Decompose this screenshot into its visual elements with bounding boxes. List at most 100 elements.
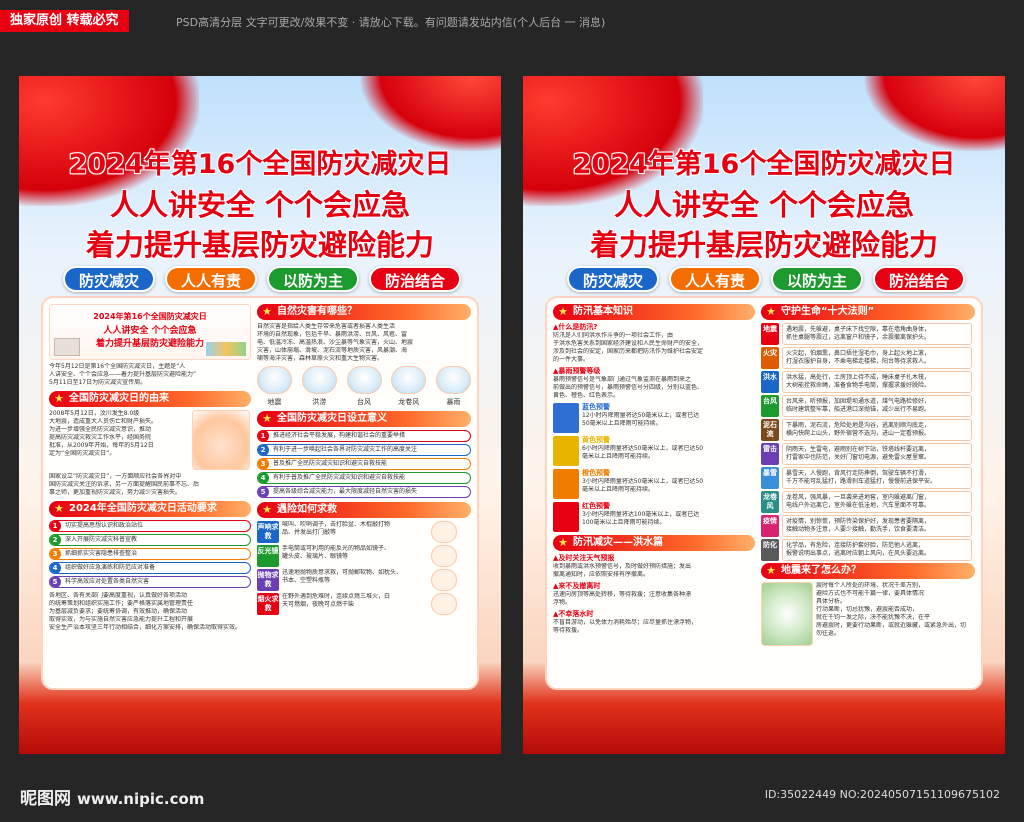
text-line: 台风来，听预报，加固堤坝通水道，煤气电路检修好， <box>786 398 931 405</box>
warning-title: 黄色预警 <box>582 436 610 444</box>
text-line: 抓住桌腿等震过，远离窗户和镜子，余震撤离保护头。 <box>786 334 931 341</box>
text-line: 品、并发出打门敲等 <box>282 529 337 536</box>
list-item: 5 提高各级综合减灾能力，最大限度减轻自然灾害的损失 <box>257 486 471 498</box>
top-bar: 独家原创 转载必究 PSD高清分层 文字可更改/效果不变 · 请放心下载。有问题… <box>0 0 1024 40</box>
flood-icon <box>301 366 337 394</box>
rule-item: 疫情 对疫情，别惊慌，预防传染保护好，发现患者要隔离， 接触动物多注意，人要少接触，… <box>761 515 975 537</box>
text-line: 罐头皮、玻璃片、眼镜等 <box>282 553 349 560</box>
text-line: 打雷家中也防范，关好门窗切电源，避免雷火屋里窜。 <box>786 454 931 461</box>
download-note: PSD高清分层 文字可更改/效果不变 · 请放心下载。有问题请发站内信(个人后台… <box>176 16 606 29</box>
rule-item: 洪水 洪水猛，高处行，土房顶上待不成，睡床桌子扎木筏， 大树能拴救命绳，准备食物手电… <box>761 371 975 393</box>
rule-text: 阴雨天，生雷电，避雨别在树下站，铁塔线杆要远离， 打雷家中也防范，关好门窗切电源，… <box>782 443 972 465</box>
headline-title-2: 人人讲安全 个个会应急 <box>613 188 915 222</box>
list-item: 5 科学高效应对处置各类自然灾害 <box>49 576 251 588</box>
hazard-text: 自然灾害是指给人类生存带来危害或者损害人类生活 环境的自然现象，包括干旱、暴雨洪… <box>257 323 471 363</box>
text-line: 就在千钧一发之际，决不能犹豫不决，在平 <box>816 614 931 621</box>
hazard-labels: 地震 洪涝 台风 龙卷风 暴雨 <box>257 397 471 407</box>
red-flag-top-right <box>865 76 1005 151</box>
rule-tag: 火灾 <box>761 347 779 369</box>
section-title: 防汛减灾——洪水篇 <box>573 537 663 548</box>
text-line: 暴雨预警信号是气象部门通过气象监测在暴雨到来之 <box>553 376 692 383</box>
text-line: 在野外遇到危难时，连续点燃三堆火，白 <box>282 593 391 600</box>
earthquake-text: 震时每个人所处的环境、状况千差万别， 避险方式也不可能千篇一律，要具体情况 具体… <box>816 582 966 646</box>
slogan-pill: 防治结合 <box>369 266 461 292</box>
rainstorm-icon <box>436 366 471 394</box>
rule-tag: 龙卷风 <box>761 491 779 513</box>
flashlight-icon <box>431 545 457 567</box>
rainstorm-warning-icon <box>553 469 579 499</box>
number-badge: 3 <box>50 549 61 559</box>
rainstorm-warning-icon <box>553 502 579 532</box>
list-item: 1 推进经济社会平稳发展，构建和谐社会的重要举措 <box>257 430 471 442</box>
warning-text: 红色预警 3小时内降雨量将达100毫米以上，或者已达 100毫米以上且降雨可能持… <box>579 502 749 532</box>
hazard-icons <box>257 366 471 394</box>
rescue-item: 抛物求救 迅速地抛物质意求救，可抛郵软物、如枕头、 书本、空塑料瓶等 <box>257 569 471 591</box>
rescue-text: 在野外遇到危难时，连续点燃三堆火，白 天可燃烟，夜晚可点燃干柴 <box>279 593 431 615</box>
warning-title: 橙色预警 <box>582 469 610 477</box>
hazard-label: 龙卷风 <box>398 398 420 406</box>
text-line: 书本、空塑料瓶等 <box>282 577 331 584</box>
text-line: 迅速地抛物质意求救，可抛郵软物、如枕头、 <box>282 569 403 576</box>
hazard-label: 地震 <box>267 398 282 406</box>
origin-text: 2008年5月12日，汶川发生8.0级 大地震，造成重大人员伤亡和财产损失。 为… <box>49 410 189 470</box>
tip-heading: ▲不幸落水时 <box>553 610 594 618</box>
text-line: 国家设立“防灾减灾日”，一方面顺应社会各界对中 <box>49 473 182 480</box>
text-line: 毫米以上且降雨可能持续。 <box>582 453 655 460</box>
warning-text: 橙色预警 3小时内降雨量将达50毫米以上，或者已达50 毫米以上且降雨可能持续。 <box>579 469 749 499</box>
warning-orange: 橙色预警 3小时内降雨量将达50毫米以上，或者已达50 毫米以上且降雨可能持续。 <box>553 469 755 499</box>
left-column: 2024年第16个全国防灾减灾日 人人讲安全 个个会应急 着力提升基层防灾避险能… <box>49 304 251 632</box>
text-line: 对疫情，别惊慌，预防传染保护好，发现患者要隔离， <box>786 518 931 525</box>
text-line: 等待救援。 <box>553 627 584 634</box>
star-icon: ★ <box>766 305 776 318</box>
warning-text: 黄色预警 6小时内降雨量将达50毫米以上，或者已达50 毫米以上且降雨可能持续。 <box>579 436 749 466</box>
text-line: 啸等海洋灾害，森林草原火灾和重大生物灾害。 <box>257 355 384 362</box>
text-line: 环境的自然现象，包括干旱、暴雨洪涝、台风、风雹、雷 <box>257 331 408 338</box>
slogan-pill: 防灾减灾 <box>63 266 155 292</box>
site-logo: 昵图网 <box>20 789 71 809</box>
text-line: 批准，从2009年开始，每年的5月12日 <box>49 442 154 449</box>
rule-tag: 泥石流 <box>761 419 779 441</box>
text-line: 震时每个人所处的环境、状况千差万别， <box>816 582 925 589</box>
rule-tag: 洪水 <box>761 371 779 393</box>
text-line: 今年5月12日是第16个全国防灾减灾日，主题是“人 <box>49 363 186 370</box>
star-icon: ★ <box>766 564 776 577</box>
question-heading: ▲什么是防汛? <box>553 323 598 331</box>
text-line: 避险方式也不可能千篇一律，要具体情况 <box>816 590 925 597</box>
slogan-pill: 人人有责 <box>669 266 761 292</box>
star-icon: ★ <box>54 502 64 515</box>
rule-item: 台风 台风来，听预报，加固堤坝通水道，煤气电路检修好， 临时建筑整牢靠，船进港口深抛… <box>761 395 975 417</box>
section-flood-chapter: ★ 防汛减灾——洪水篇 <box>553 535 755 551</box>
rule-item: 龙卷风 龙卷风，强风暴，一旦袭来进地窖，室内躲避离门窗， 电线户外远离它，室外躲在低… <box>761 491 975 513</box>
content-panel: ★ 防汛基本知识 ▲什么是防汛? 防汛是人们同洪水作斗争的一项社会工作，由 于洪水… <box>547 298 981 688</box>
number-badge: 2 <box>258 445 269 455</box>
text-line: 千万不能可乱猛打，路滑刹车道猛打，慢慢前进保平安。 <box>786 478 937 485</box>
mini-banner: 2024年第16个全国防灾减灾日 人人讲安全 个个会应急 着力提升基层防灾避险能… <box>49 304 251 360</box>
star-icon: ★ <box>54 392 64 405</box>
text-line: 具体分析。 <box>816 598 847 605</box>
text-line: 事之师，更加重视防灾减灾，努力减少灾害损失。 <box>49 489 182 496</box>
warning-blue: 蓝色预警 12小时内降雨量将达50毫米以上，或者已达 50毫米以上且降雨可能持续… <box>553 403 755 433</box>
rescue-tag: 烟火求救 <box>257 593 279 615</box>
headline-title-2: 人人讲安全 个个会应急 <box>109 188 411 222</box>
section-title: 自然灾害有哪些？ <box>277 306 357 317</box>
rescue-tag: 抛物求救 <box>257 569 279 591</box>
star-icon: ★ <box>558 305 568 318</box>
section-origin: ★ 全国防灾减灾日的由来 <box>49 391 251 407</box>
list-item: 1 切实提高思想认识和政治站位 <box>49 520 251 532</box>
text-line: 3小时内降雨量将达50毫米以上，或者已达50 <box>582 478 704 485</box>
warning-red: 红色预警 3小时内降雨量将达100毫米以上，或者已达 100毫米以上且降雨可能持… <box>553 502 755 532</box>
rescue-item: 反光镜 手电筒或可利用的能反光的物品如镜子、 罐头皮、玻璃片、眼镜等 <box>257 545 471 567</box>
number-badge: 1 <box>258 431 269 441</box>
rescue-item: 声响求救 喊叫、吹哨调子，击打脸盆、木棍敲打物 品、并发出打门敲等 <box>257 521 471 543</box>
text-line: 为基层减负要求；要统筹协调，有效推动，确保活动 <box>49 608 188 615</box>
activities-list: 1 切实提高思想认识和政治站位 2 深入开展防灾减灾科普宣教 3 抓细抓实灾害隐患排查… <box>49 520 251 588</box>
flood-text: 防汛是人们同洪水作斗争的一项社会工作，由 于洪水危害关系到国家经济建设和人民生命… <box>553 332 755 364</box>
section-meaning: ★ 全国防灾减灾日设立意义 <box>257 411 471 427</box>
text-line: 阴雨天，生雷电，避雨别在树下站，铁塔线杆要远离， <box>786 446 931 453</box>
text-line: 的统筹策划和组织实施工作；要严格落实属地管理责任 <box>49 600 194 607</box>
rainstorm-warning-icon <box>553 436 579 466</box>
mini-banner-line: 人人讲安全 个个会应急 <box>103 326 197 336</box>
rescue-text: 手电筒或可利用的能反光的物品如镜子、 罐头皮、玻璃片、眼镜等 <box>279 545 431 567</box>
activities-text: 各地区、各有关部门要高度重视，认真做好各项活动 的统筹策划和组织实施工作；要严格… <box>49 592 251 632</box>
text-line: 的一件大事。 <box>553 356 590 363</box>
